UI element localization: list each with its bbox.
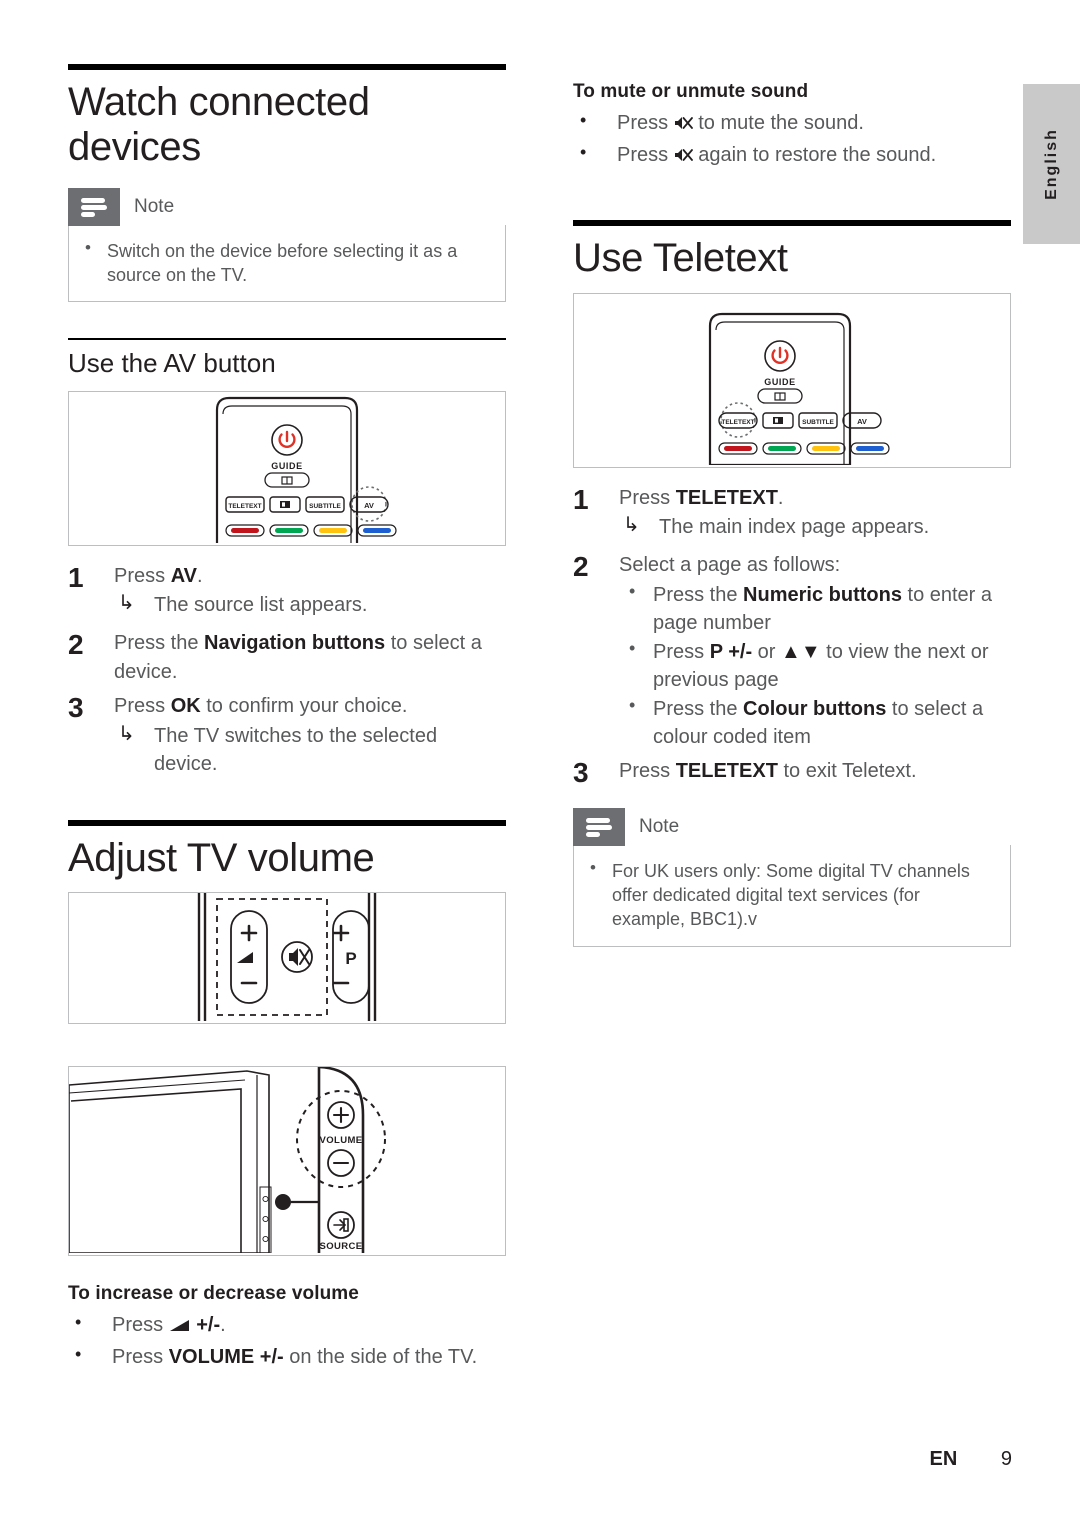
svg-text:AV: AV xyxy=(857,417,867,426)
teletext-sub-bullets: Press the Numeric buttons to enter a pag… xyxy=(619,579,1011,751)
page-title: Watch connected devices xyxy=(68,80,370,169)
note-lines-icon xyxy=(573,807,625,846)
list-item: Press again to restore the sound. xyxy=(573,139,1011,172)
mute-icon xyxy=(674,110,693,140)
note-item: Switch on the device before selecting it… xyxy=(79,237,491,288)
note-header: Note xyxy=(68,187,506,226)
step-result: The source list appears. xyxy=(114,589,506,619)
left-column: Watch connected devices Note Switch on t… xyxy=(68,64,506,1372)
footer-page-number: 9 xyxy=(1000,1448,1012,1470)
remote-control-teletext-figure: GUIDE TELETEXT SUBTITLE AV xyxy=(573,292,1011,468)
steps-list-teletext: 1 Press TELETEXT. The main index page ap… xyxy=(573,484,1011,789)
main-heading-rule xyxy=(68,64,506,70)
step-result: The main index page appears. xyxy=(619,511,1011,541)
step-item: 2 Press the Navigation buttons to select… xyxy=(68,629,506,686)
footer-language-code: EN xyxy=(929,1448,958,1470)
step-text: Press TELETEXT to exit Teletext. xyxy=(619,760,917,783)
step-text: Press the Navigation buttons to select a… xyxy=(114,632,482,683)
remote-control-av-figure: GUIDE TELETEXT SUBTITLE AV xyxy=(68,391,506,547)
step-number: 3 xyxy=(573,757,589,789)
mute-icon xyxy=(674,142,693,172)
step-text: Select a page as follows: xyxy=(619,553,841,576)
step-number: 2 xyxy=(573,550,589,582)
list-item: Press the Numeric buttons to enter a pag… xyxy=(619,579,1011,637)
list-item: Press VOLUME +/- on the side of the TV. xyxy=(68,1341,506,1372)
note-header: Note xyxy=(573,807,1011,846)
step-item: 3 Press OK to confirm your choice. The T… xyxy=(68,692,506,777)
note-lines-icon xyxy=(68,187,120,226)
step-item: 2 Select a page as follows: Press the Nu… xyxy=(573,551,1011,751)
tv-side-panel-figure: VOLUME SOURCE xyxy=(68,1066,506,1257)
volume-bullet-list: Press +/-. Press VOLUME +/- on the side … xyxy=(68,1309,506,1372)
svg-text:SUBTITLE: SUBTITLE xyxy=(309,503,341,510)
step-number: 2 xyxy=(68,629,84,661)
svg-text:GUIDE: GUIDE xyxy=(764,377,796,387)
section-heading-use-teletext: Use Teletext xyxy=(573,235,788,280)
svg-text:SOURCE: SOURCE xyxy=(319,1241,362,1252)
language-tab-label: English xyxy=(1042,128,1060,200)
step-text: Press TELETEXT. xyxy=(619,486,784,509)
note-title: Note xyxy=(639,816,680,838)
minor-heading-increase-decrease-volume: To increase or decrease volume xyxy=(68,1283,359,1305)
minor-heading-mute-unmute: To mute or unmute sound xyxy=(573,81,809,102)
note-item: For UK users only: Some digital TV chann… xyxy=(584,857,996,932)
volume-heading-rule xyxy=(68,819,506,826)
svg-text:P: P xyxy=(345,949,356,968)
step-item: 1 Press TELETEXT. The main index page ap… xyxy=(573,484,1011,541)
note-body: Switch on the device before selecting it… xyxy=(68,224,506,303)
step-item: 3 Press TELETEXT to exit Teletext. xyxy=(573,757,1011,788)
step-number: 1 xyxy=(68,562,84,594)
list-item: Press +/-. xyxy=(68,1309,506,1342)
svg-text:SUBTITLE: SUBTITLE xyxy=(802,419,834,426)
svg-text:TELETEXT: TELETEXT xyxy=(228,503,261,510)
note-box-devices: Note Switch on the device before selecti… xyxy=(68,187,506,303)
note-title: Note xyxy=(134,196,175,218)
language-tab: English xyxy=(1023,84,1080,244)
list-item: Press the Colour buttons to select a col… xyxy=(619,693,1011,751)
sub-heading-use-av-button: Use the AV button xyxy=(68,348,276,379)
note-body: For UK users only: Some digital TV chann… xyxy=(573,844,1011,947)
right-column: To mute or unmute sound Press to mute th… xyxy=(573,80,1011,947)
mute-bullet-list: Press to mute the sound. Press again to … xyxy=(573,107,1011,172)
step-number: 1 xyxy=(573,483,589,515)
remote-volume-figure: P xyxy=(68,892,506,1025)
section-heading-adjust-tv-volume: Adjust TV volume xyxy=(68,835,375,880)
step-text: Press AV. xyxy=(114,565,203,588)
list-item: Press to mute the sound. xyxy=(573,107,1011,140)
manual-page: English Watch connected devices Note Swi… xyxy=(0,0,1080,1527)
steps-list-av: 1 Press AV. The source list appears. 2 P… xyxy=(68,562,506,778)
step-text: Press OK to confirm your choice. xyxy=(114,695,408,718)
page-footer: EN 9 xyxy=(0,1448,1080,1471)
sub-heading-rule-av xyxy=(68,338,506,341)
svg-text:TELETEXT: TELETEXT xyxy=(721,419,754,426)
svg-text:GUIDE: GUIDE xyxy=(271,461,303,471)
step-result: The TV switches to the selected device. xyxy=(114,720,506,778)
step-item: 1 Press AV. The source list appears. xyxy=(68,562,506,619)
svg-text:VOLUME: VOLUME xyxy=(319,1135,362,1146)
volume-wedge-icon xyxy=(169,1312,191,1342)
note-box-teletext: Note For UK users only: Some digital TV … xyxy=(573,807,1011,947)
svg-text:AV: AV xyxy=(364,501,374,510)
step-number: 3 xyxy=(68,692,84,724)
list-item: Press P +/- or ▲▼ to view the next or pr… xyxy=(619,636,1011,694)
teletext-heading-rule xyxy=(573,219,1011,226)
